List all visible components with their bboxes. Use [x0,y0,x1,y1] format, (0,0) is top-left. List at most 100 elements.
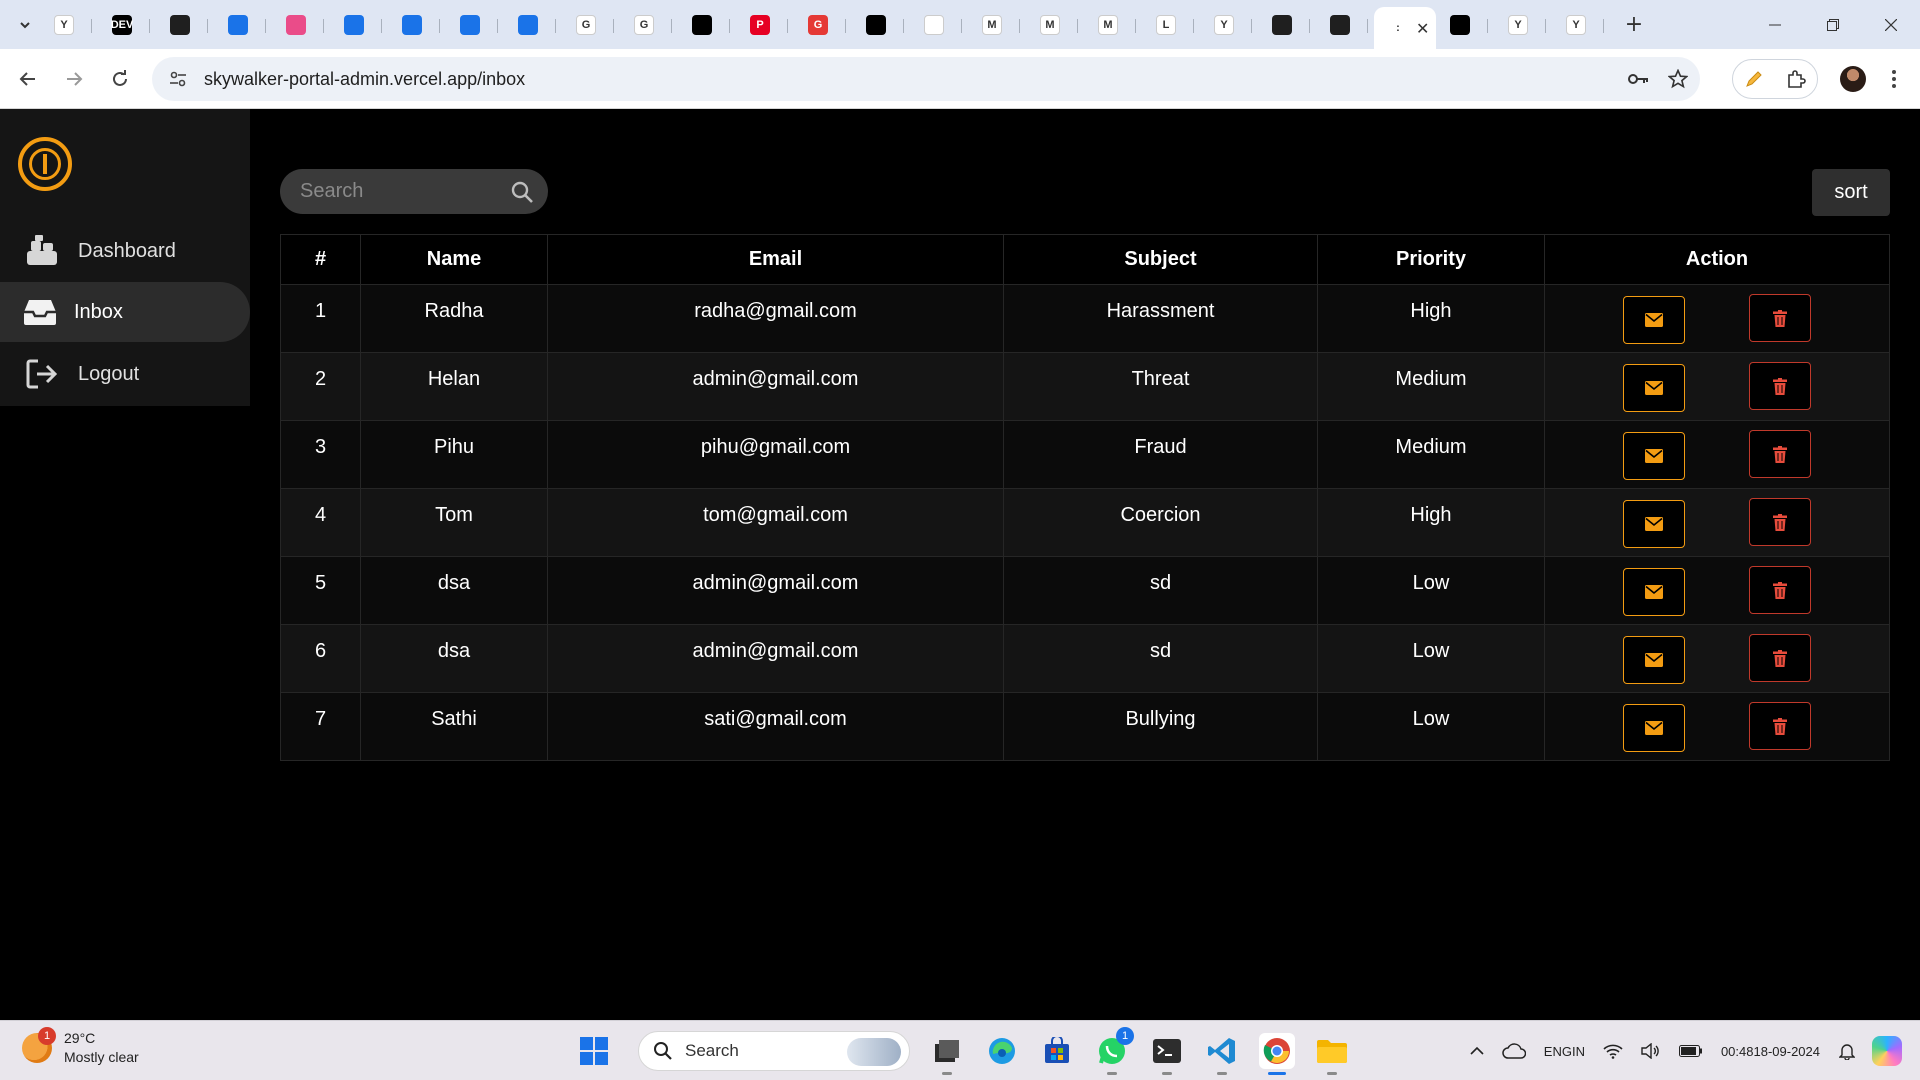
restore-button[interactable] [1804,0,1862,49]
tab-10[interactable]: G [620,7,678,43]
input-language[interactable]: ENG IN [1544,1043,1585,1060]
jedi-icon: : [1388,18,1408,38]
tab-21[interactable] [1258,7,1316,43]
trash-icon [1773,309,1787,327]
new-tab-button[interactable]: + [1618,9,1650,41]
cell-name: Helan [360,352,548,421]
tab-19[interactable]: L [1142,7,1200,43]
file-explorer-icon [935,1040,959,1062]
battery-tray[interactable] [1678,1045,1703,1057]
delete-button[interactable] [1749,498,1811,546]
tab-after-1[interactable]: Y [1494,7,1552,43]
tab-13[interactable]: G [794,7,852,43]
sidebar-item-logout[interactable]: Logout [0,344,250,404]
gdocs-red-icon: G [808,14,828,35]
delete-button[interactable] [1749,702,1811,750]
url-text[interactable]: skywalker-portal-admin.vercel.app/inbox [204,69,525,90]
back-button[interactable] [8,59,48,99]
tab-14[interactable] [852,7,910,43]
delete-button[interactable] [1749,634,1811,682]
tab-active[interactable]: : ✕ [1374,7,1436,49]
tab-4[interactable] [272,7,330,43]
tab-20[interactable]: Y [1200,7,1258,43]
tab-16[interactable]: M [968,7,1026,43]
trash-icon [1773,717,1787,735]
address-bar[interactable]: skywalker-portal-admin.vercel.app/inbox [152,57,1700,101]
whatsapp-app[interactable]: 1 [1094,1027,1134,1075]
tab-8[interactable] [504,7,562,43]
chevron-up-icon [1470,1046,1484,1055]
forward-button[interactable] [54,59,94,99]
tab-22[interactable] [1316,7,1374,43]
volume-tray[interactable] [1641,1043,1661,1059]
tab-1[interactable]: DEV [98,7,156,43]
tab-search-button[interactable] [10,10,40,40]
task-view-button[interactable] [929,1033,965,1075]
reply-mail-button[interactable] [1623,567,1685,616]
notifications-button[interactable] [1839,1042,1855,1060]
reply-mail-button[interactable] [1623,635,1685,684]
reply-mail-button[interactable] [1623,295,1685,344]
search-input[interactable] [300,180,500,203]
tab-after-2[interactable]: Y [1552,7,1610,43]
terminal-icon [1153,1039,1181,1063]
sort-button[interactable]: sort [1812,169,1890,216]
tab-12[interactable]: P [736,7,794,43]
tab-11[interactable] [678,7,736,43]
extensions-puzzle-icon[interactable] [1786,69,1806,89]
terminal-app[interactable] [1149,1033,1185,1075]
password-key-icon[interactable] [1628,72,1650,86]
tab-9[interactable]: G [562,7,620,43]
tab-5[interactable] [330,7,388,43]
tab-0[interactable]: Y [40,7,98,43]
taskbar-search[interactable]: Search [638,1031,910,1071]
inbox-table-body: 1 Radha radha@gmail.com Harassment High 2 Hela… [280,284,1890,761]
sidebar-item-dashboard[interactable]: Dashboard [0,221,250,281]
site-info-icon[interactable] [166,67,190,91]
tab-7[interactable] [446,7,504,43]
browser-menu-button[interactable] [1882,59,1906,99]
tab-18[interactable]: M [1084,7,1142,43]
tab-17[interactable]: M [1026,7,1084,43]
tab-6[interactable] [388,7,446,43]
reply-mail-button[interactable] [1623,703,1685,752]
onedrive-tray[interactable] [1502,1043,1526,1059]
vscode-app[interactable] [1204,1033,1240,1075]
reply-mail-button[interactable] [1623,431,1685,480]
windows-taskbar: 1 29°C Mostly clear Search 1 ENG IN 00:4… [0,1020,1920,1080]
network-tray[interactable] [1603,1043,1623,1059]
app-logo[interactable] [18,137,72,191]
profile-avatar[interactable] [1840,66,1866,92]
bookmark-star-icon[interactable] [1668,69,1688,89]
copilot-icon[interactable] [1872,1036,1902,1066]
delete-button[interactable] [1749,294,1811,342]
tab-after-0[interactable] [1436,7,1494,43]
delete-button[interactable] [1749,566,1811,614]
system-clock[interactable]: 00:48 18-09-2024 [1721,1042,1820,1061]
file-explorer-app[interactable] [1314,1033,1350,1075]
pen-extension-icon[interactable] [1744,69,1764,89]
tab-2[interactable] [156,7,214,43]
reply-mail-button[interactable] [1623,363,1685,412]
reply-mail-button[interactable] [1623,499,1685,548]
tab-15[interactable] [910,7,968,43]
folder-icon [1317,1040,1347,1063]
weather-widget[interactable]: 1 29°C Mostly clear [22,1027,139,1067]
minimize-button[interactable] [1746,0,1804,49]
chrome-app[interactable] [1259,1033,1295,1075]
show-hidden-icons-button[interactable] [1470,1046,1484,1056]
edge-app[interactable] [984,1033,1020,1069]
search-icon[interactable] [510,180,534,204]
close-tab-icon[interactable]: ✕ [1416,19,1429,38]
minimize-icon [1769,24,1781,25]
start-button[interactable] [580,1037,608,1065]
tab-3[interactable] [214,7,272,43]
store-app[interactable] [1039,1033,1075,1069]
delete-button[interactable] [1749,362,1811,410]
close-window-button[interactable] [1862,0,1920,49]
reload-button[interactable] [100,59,140,99]
sidebar-item-inbox[interactable]: Inbox [0,282,250,342]
delete-button[interactable] [1749,430,1811,478]
cell-subject: Fraud [1003,420,1318,489]
gmail-icon: M [1098,14,1118,35]
